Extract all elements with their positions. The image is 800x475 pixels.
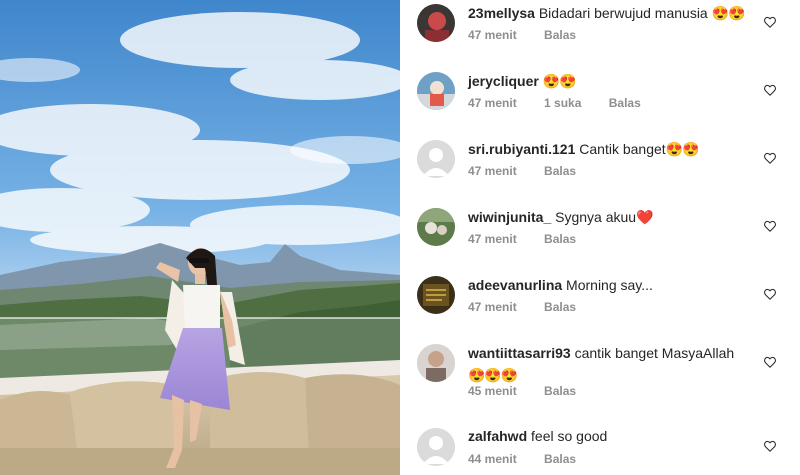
reply-button[interactable]: Balas (544, 384, 576, 398)
reply-button[interactable]: Balas (544, 300, 576, 314)
avatar[interactable] (417, 4, 455, 42)
heart-outline-icon[interactable] (763, 355, 777, 369)
heart-outline-icon[interactable] (763, 287, 777, 301)
avatar[interactable] (417, 276, 455, 314)
comment-item: zalfahwd feel so good 44 menit Balas (400, 424, 800, 475)
comment-meta: 45 menit Balas (468, 384, 600, 398)
comment-item: wantiittasarri93 cantik banget MasyaAlla… (400, 340, 800, 424)
heart-outline-icon[interactable] (763, 83, 777, 97)
comment-username[interactable]: sri.rubiyanti.121 (468, 141, 575, 157)
reply-button[interactable]: Balas (609, 96, 641, 110)
reply-button[interactable]: Balas (544, 28, 576, 42)
comment-body: cantik banget MasyaAllah (574, 345, 735, 361)
comment-item: wiwinjunita_ Sygnya akuu❤️ 47 menit Bala… (400, 204, 800, 272)
comment-time[interactable]: 47 menit (468, 232, 517, 246)
comment-item: sri.rubiyanti.121 Cantik banget😍😍 47 men… (400, 136, 800, 204)
comment-text: wantiittasarri93 cantik banget MasyaAlla… (468, 342, 758, 386)
comment-time[interactable]: 45 menit (468, 384, 517, 398)
reply-button[interactable]: Balas (544, 452, 576, 466)
comment-time[interactable]: 44 menit (468, 452, 517, 466)
heart-outline-icon[interactable] (763, 219, 777, 233)
comment-time[interactable]: 47 menit (468, 300, 517, 314)
comment-time[interactable]: 47 menit (468, 96, 517, 110)
post-photo (0, 0, 400, 475)
comment-time[interactable]: 47 menit (468, 28, 517, 42)
comment-username[interactable]: 23mellysa (468, 5, 535, 21)
comment-meta: 44 menit Balas (468, 452, 600, 466)
reply-button[interactable]: Balas (544, 164, 576, 178)
comment-emoji: 😍😍 (711, 5, 746, 21)
avatar[interactable] (417, 140, 455, 178)
comment-text: sri.rubiyanti.121 Cantik banget😍😍 (468, 138, 758, 160)
avatar[interactable] (417, 72, 455, 110)
comment-item: 23mellysa Bidadari berwujud manusia 😍😍 4… (400, 0, 800, 68)
heart-outline-icon[interactable] (763, 439, 777, 453)
comment-emoji: ❤️ (636, 209, 653, 225)
reply-button[interactable]: Balas (544, 232, 576, 246)
comment-emoji: 😍😍 (542, 73, 577, 89)
comment-username[interactable]: zalfahwd (468, 428, 527, 444)
avatar[interactable] (417, 344, 455, 382)
comment-time[interactable]: 47 menit (468, 164, 517, 178)
avatar[interactable] (417, 208, 455, 246)
comment-username[interactable]: adeevanurlina (468, 277, 562, 293)
comment-meta: 47 menit 1 suka Balas (468, 96, 665, 110)
comment-username[interactable]: jerycliquer (468, 73, 539, 89)
comment-text: 23mellysa Bidadari berwujud manusia 😍😍 (468, 2, 758, 24)
comment-meta: 47 menit Balas (468, 164, 600, 178)
comment-text: wiwinjunita_ Sygnya akuu❤️ (468, 206, 758, 228)
comment-body: Sygnya akuu (555, 209, 637, 225)
comment-text: jerycliquer 😍😍 (468, 70, 758, 92)
comment-meta: 47 menit Balas (468, 232, 600, 246)
comment-item: jerycliquer 😍😍 47 menit 1 suka Balas (400, 68, 800, 136)
comment-body: Morning say... (566, 277, 653, 293)
comment-meta: 47 menit Balas (468, 28, 600, 42)
heart-outline-icon[interactable] (763, 15, 777, 29)
comment-emoji: 😍😍😍 (468, 367, 518, 383)
comment-body: feel so good (531, 428, 608, 444)
comment-text: adeevanurlina Morning say... (468, 274, 758, 296)
comment-item: adeevanurlina Morning say... 47 menit Ba… (400, 272, 800, 340)
comment-username[interactable]: wantiittasarri93 (468, 345, 571, 361)
comment-likes[interactable]: 1 suka (544, 96, 581, 110)
comment-body: Bidadari berwujud manusia (538, 5, 708, 21)
comment-username[interactable]: wiwinjunita_ (468, 209, 551, 225)
comments-panel: 23mellysa Bidadari berwujud manusia 😍😍 4… (400, 0, 800, 475)
comment-body: Cantik banget (579, 141, 666, 157)
comment-meta: 47 menit Balas (468, 300, 600, 314)
comment-emoji: 😍😍 (665, 141, 700, 157)
comment-text: zalfahwd feel so good (468, 425, 758, 447)
avatar[interactable] (417, 428, 455, 466)
heart-outline-icon[interactable] (763, 151, 777, 165)
